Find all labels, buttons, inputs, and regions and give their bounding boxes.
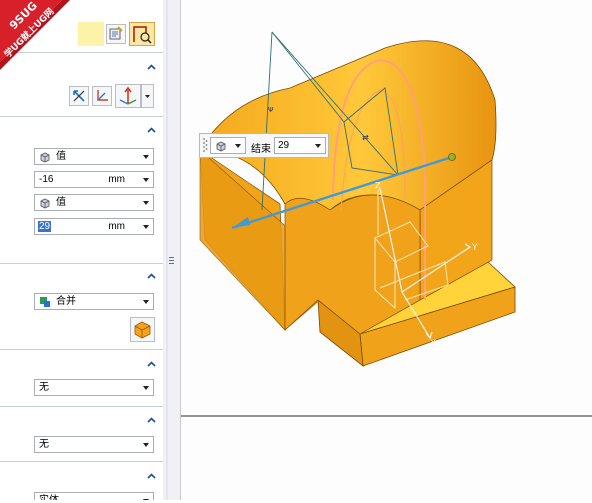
x-axis-label: X	[430, 339, 436, 349]
floatbar-value-field[interactable]: 29	[274, 137, 326, 154]
plane-handle-icon: ⇄	[362, 133, 369, 142]
start-type-value: 值	[56, 151, 66, 162]
panel-splitter[interactable]	[163, 0, 181, 500]
dropdown-arrow-icon	[143, 300, 149, 304]
z-axis-label: Z	[375, 181, 381, 190]
dropdown-arrow-icon[interactable]	[143, 178, 149, 182]
select-body-button[interactable]	[130, 317, 155, 342]
floatbar-value: 29	[278, 140, 290, 151]
draft-dropdown[interactable]: 无	[34, 379, 154, 396]
onscreen-input-bar: 结束 29	[199, 133, 329, 158]
sketch-icon	[109, 26, 123, 40]
vector-options-dropdown[interactable]	[141, 84, 154, 108]
start-distance-field[interactable]: -16 mm	[34, 171, 154, 188]
section-divider	[0, 263, 163, 264]
vector-dialog-button[interactable]	[115, 84, 141, 108]
infer-vector-button[interactable]	[92, 86, 112, 106]
dropdown-arrow-icon[interactable]	[315, 144, 321, 148]
reverse-direction-icon	[73, 90, 85, 102]
floatbar-type-dropdown[interactable]	[210, 137, 246, 154]
dropdown-arrow-icon	[143, 386, 149, 390]
chevron-up-icon[interactable]	[147, 272, 156, 281]
end-distance-value: 29	[38, 221, 52, 232]
start-distance-value: -16	[39, 174, 54, 185]
end-type-value: 值	[56, 197, 66, 208]
dropdown-arrow-icon	[143, 155, 149, 159]
boolean-value: 合并	[56, 296, 76, 307]
end-type-dropdown[interactable]: 值	[34, 194, 154, 211]
draft-value: 无	[39, 382, 49, 393]
model-canvas[interactable]: Ψ ⇄ Y X Z	[181, 0, 592, 500]
dropdown-arrow-icon	[143, 201, 149, 205]
end-distance-unit: mm	[108, 221, 125, 232]
start-type-dropdown[interactable]: 值	[34, 148, 154, 165]
dropdown-arrow-icon	[235, 144, 241, 148]
start-distance-unit: mm	[108, 174, 125, 185]
drag-grip-icon[interactable]	[202, 134, 208, 157]
dropdown-arrow-icon	[143, 443, 149, 447]
chevron-up-icon[interactable]	[147, 126, 156, 135]
graphics-viewport[interactable]: Ψ ⇄ Y X Z	[181, 0, 592, 500]
select-curve-button[interactable]	[129, 22, 155, 46]
vector-constructor-icon	[119, 86, 137, 105]
plane-label: Ψ	[268, 106, 274, 114]
sketch-section-button[interactable]	[106, 24, 126, 44]
infer-vector-icon	[97, 90, 108, 101]
section-divider	[0, 461, 163, 462]
unite-icon	[40, 297, 50, 307]
cube-icon	[216, 141, 226, 152]
cube-icon	[40, 198, 50, 209]
section-divider	[0, 52, 163, 53]
selection-field[interactable]	[78, 22, 104, 46]
chevron-up-icon[interactable]	[147, 472, 156, 481]
offset-dropdown[interactable]: 无	[34, 436, 154, 453]
section-divider	[0, 349, 163, 350]
reverse-direction-button[interactable]	[69, 86, 89, 106]
chevron-up-icon[interactable]	[147, 416, 156, 425]
floatbar-label: 结束	[251, 144, 271, 155]
y-axis-label: Y	[471, 243, 478, 253]
curve-select-icon	[133, 26, 152, 44]
chevron-down-icon	[145, 95, 150, 98]
dropdown-arrow-icon[interactable]	[143, 225, 149, 229]
boolean-dropdown[interactable]: 合并	[34, 293, 154, 310]
offset-value: 无	[39, 439, 49, 450]
body-type-value: 实体	[39, 493, 59, 500]
section-divider	[0, 116, 163, 117]
solid-body-icon	[134, 321, 151, 339]
cube-icon	[40, 152, 50, 163]
body-type-dropdown[interactable]: 实体	[34, 492, 154, 500]
section-divider	[0, 406, 163, 407]
chevron-up-icon[interactable]	[147, 360, 156, 369]
grip-icon	[166, 0, 174, 500]
extrude-dialog-panel: 值 -16 mm 值 29 mm 合并 无 无	[0, 0, 164, 500]
chevron-up-icon[interactable]	[147, 63, 156, 72]
end-distance-field[interactable]: 29 mm	[34, 218, 154, 235]
